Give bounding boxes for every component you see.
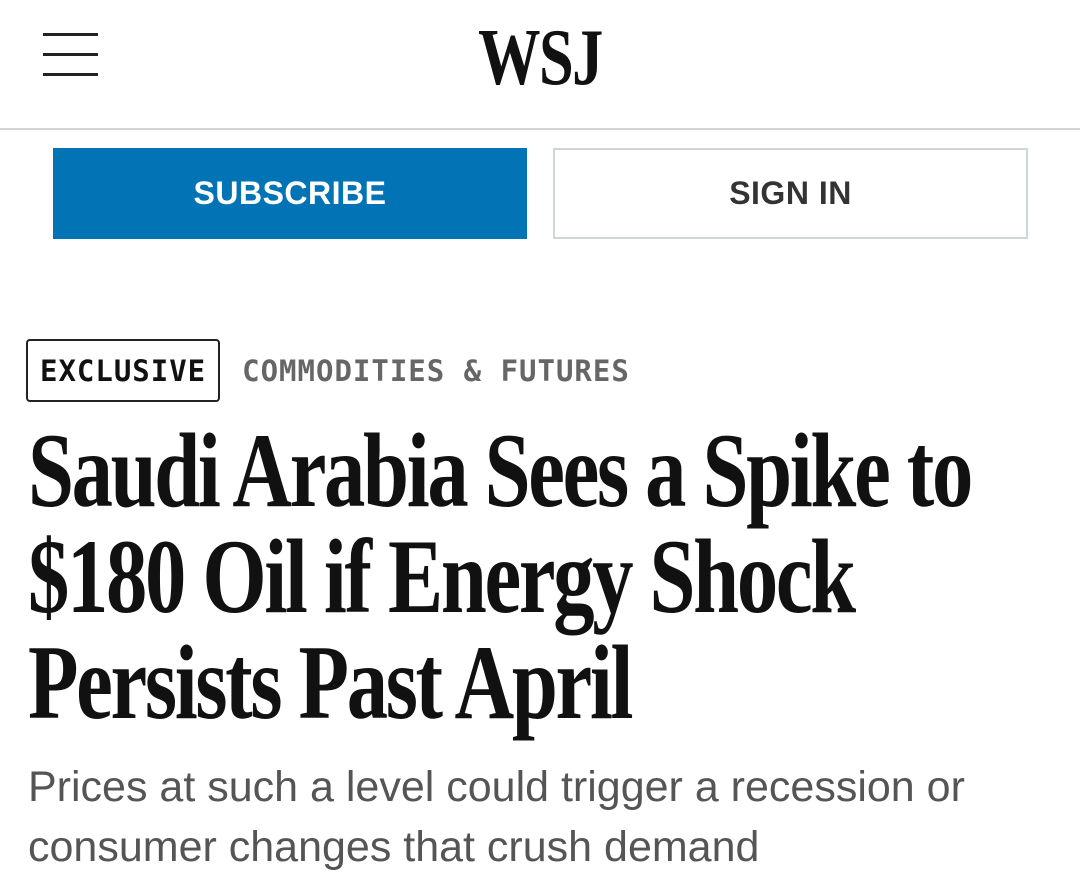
exclusive-badge: EXCLUSIVE — [26, 339, 221, 402]
sign-in-button[interactable]: SIGN IN — [553, 148, 1028, 239]
article-headline: Saudi Arabia Sees a Spike to $180 Oil if… — [28, 412, 973, 741]
subscribe-button[interactable]: SUBSCRIBE — [53, 148, 527, 239]
article-dek: Prices at such a level could trigger a r… — [28, 763, 965, 871]
article-tags: EXCLUSIVE COMMODITIES & FUTURES — [26, 339, 630, 402]
hamburger-menu-icon[interactable] — [43, 33, 98, 77]
site-header: WSJ — [0, 0, 1080, 130]
site-logo[interactable]: WSJ — [119, 18, 961, 98]
section-link[interactable]: COMMODITIES & FUTURES — [242, 354, 630, 388]
